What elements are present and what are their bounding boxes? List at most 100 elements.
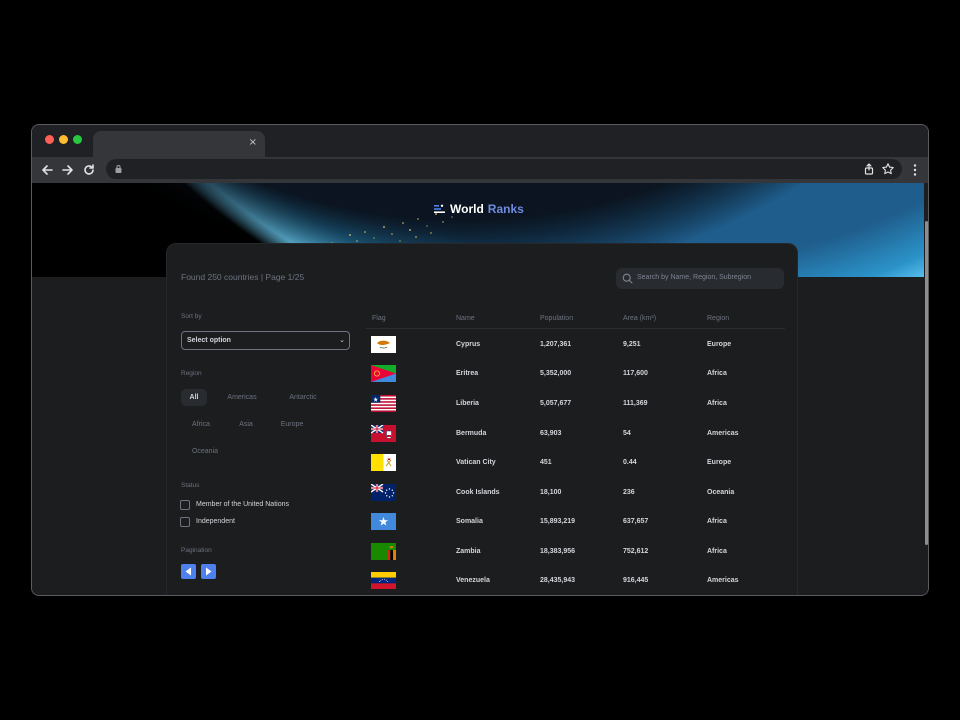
country-region: Americas	[707, 577, 739, 584]
column-header-population[interactable]: Population	[540, 315, 573, 322]
more-menu-icon[interactable]	[912, 161, 918, 179]
maximize-window-button[interactable]	[73, 135, 82, 144]
country-population: 5,352,000	[540, 370, 572, 377]
country-area: 117,600	[623, 370, 648, 377]
eritrea-flag	[371, 365, 396, 382]
country-area: 236	[623, 489, 635, 496]
pagination-label: Pagination	[181, 547, 212, 554]
country-region: Africa	[707, 548, 727, 555]
country-area: 54	[623, 430, 631, 437]
sort-select[interactable]: Select option ⌄	[181, 331, 350, 350]
region-chip-europe[interactable]: Europe	[271, 416, 313, 433]
country-name: Eritrea	[456, 370, 479, 377]
browser-toolbar	[32, 157, 928, 183]
table-row[interactable]: Eritrea 5,352,000 117,600 Africa	[366, 360, 785, 389]
chevron-down-icon: ⌄	[339, 336, 345, 344]
country-population: 5,057,677	[540, 400, 572, 407]
table-row[interactable]: Somalia 15,893,219 637,657 Africa	[366, 508, 785, 537]
tab-bar: ×	[32, 125, 928, 157]
search-input[interactable]: Search by Name, Region, Subregion	[616, 268, 784, 289]
table-row[interactable]: Liberia 5,057,677 111,369 Africa	[366, 390, 785, 419]
country-region: Americas	[707, 430, 739, 437]
un-member-checkbox[interactable]	[180, 500, 190, 510]
independent-checkbox[interactable]	[180, 517, 190, 527]
liberia-flag	[371, 395, 396, 412]
forward-arrow-icon[interactable]	[59, 161, 77, 179]
region-label: Region	[181, 370, 202, 377]
country-population: 63,903	[540, 430, 562, 437]
country-region: Africa	[707, 518, 727, 525]
page-scrollbar[interactable]	[924, 183, 928, 595]
country-region: Africa	[707, 370, 727, 377]
country-name: Cyprus	[456, 341, 481, 348]
column-header-region[interactable]: Region	[707, 315, 729, 322]
browser-tab[interactable]: ×	[93, 131, 265, 157]
countries-panel: Found 250 countries | Page 1/25 Search b…	[166, 243, 798, 595]
browser-window: × World Ranks Found 250 countries | Page…	[31, 124, 929, 596]
country-name: Somalia	[456, 518, 483, 525]
tab-close-icon[interactable]: ×	[249, 136, 257, 150]
country-area: 111,369	[623, 400, 648, 407]
logo-icon	[434, 204, 445, 213]
country-area: 637,657	[623, 518, 649, 525]
zambia-flag	[371, 543, 396, 560]
country-name: Venezuela	[456, 577, 490, 584]
country-name: Vatican City	[456, 459, 496, 466]
arrow-right-icon	[206, 567, 212, 576]
un-member-label[interactable]: Member of the United Nations	[196, 501, 289, 508]
reload-icon[interactable]	[80, 161, 98, 179]
results-summary: Found 250 countries | Page 1/25	[181, 272, 305, 282]
next-page-button[interactable]	[201, 564, 216, 579]
country-area: 9,251	[623, 341, 641, 348]
country-population: 18,383,956	[540, 548, 576, 555]
table-row[interactable]: Zambia 18,383,956 752,612 Africa	[366, 538, 785, 567]
region-chip-oceania[interactable]: Oceania	[181, 443, 229, 460]
column-header-name[interactable]: Name	[456, 315, 475, 322]
country-region: Europe	[707, 341, 732, 348]
country-name: Cook Islands	[456, 489, 500, 496]
country-name: Zambia	[456, 548, 481, 555]
country-region: Europe	[707, 459, 732, 466]
country-area: 752,612	[623, 548, 649, 555]
logo-word-ranks: Ranks	[487, 202, 524, 216]
region-chip-africa[interactable]: Africa	[181, 416, 221, 433]
status-label: Status	[181, 482, 200, 489]
sort-label: Sort by	[181, 313, 202, 320]
table-row[interactable]: Bermuda 63,903 54 Americas	[366, 420, 785, 449]
table-row[interactable]: Cyprus 1,207,361 9,251 Europe	[366, 331, 785, 360]
scrollbar-thumb[interactable]	[925, 221, 928, 545]
table-row[interactable]: Venezuela 28,435,943 916,445 Americas	[366, 567, 785, 595]
back-arrow-icon[interactable]	[38, 161, 56, 179]
country-population: 28,435,943	[540, 577, 576, 584]
page-content: World Ranks Found 250 countries | Page 1…	[32, 183, 928, 595]
region-chip-antarctic[interactable]: Antarctic	[277, 389, 329, 406]
bookmark-star-icon[interactable]	[881, 162, 895, 176]
column-header-flag[interactable]: Flag	[372, 315, 386, 322]
table-row[interactable]: Vatican City 451 0.44 Europe	[366, 449, 785, 478]
country-population: 1,207,361	[540, 341, 572, 348]
country-population: 18,100	[540, 489, 562, 496]
vatican-flag	[371, 454, 396, 471]
minimize-window-button[interactable]	[59, 135, 68, 144]
region-chip-all[interactable]: All	[181, 389, 207, 406]
independent-label[interactable]: Independent	[196, 518, 235, 525]
country-region: Africa	[707, 400, 727, 407]
country-region: Oceania	[707, 489, 735, 496]
cyprus-flag	[371, 336, 396, 353]
share-icon[interactable]	[862, 162, 876, 176]
somalia-flag	[371, 513, 396, 530]
bermuda-flag	[371, 425, 396, 442]
region-chip-asia[interactable]: Asia	[229, 416, 263, 433]
region-chip-americas[interactable]: Americas	[219, 389, 265, 406]
previous-page-button[interactable]	[181, 564, 196, 579]
sort-select-value: Select option	[187, 337, 231, 344]
app-logo[interactable]: World Ranks	[434, 202, 524, 216]
address-bar[interactable]	[106, 159, 902, 179]
column-header-area[interactable]: Area (km²)	[623, 315, 656, 322]
country-population: 15,893,219	[540, 518, 576, 525]
cook-islands-flag	[371, 484, 396, 501]
table-row[interactable]: Cook Islands 18,100 236 Oceania	[366, 479, 785, 508]
close-window-button[interactable]	[45, 135, 54, 144]
country-area: 916,445	[623, 577, 649, 584]
arrow-left-icon	[185, 567, 191, 576]
